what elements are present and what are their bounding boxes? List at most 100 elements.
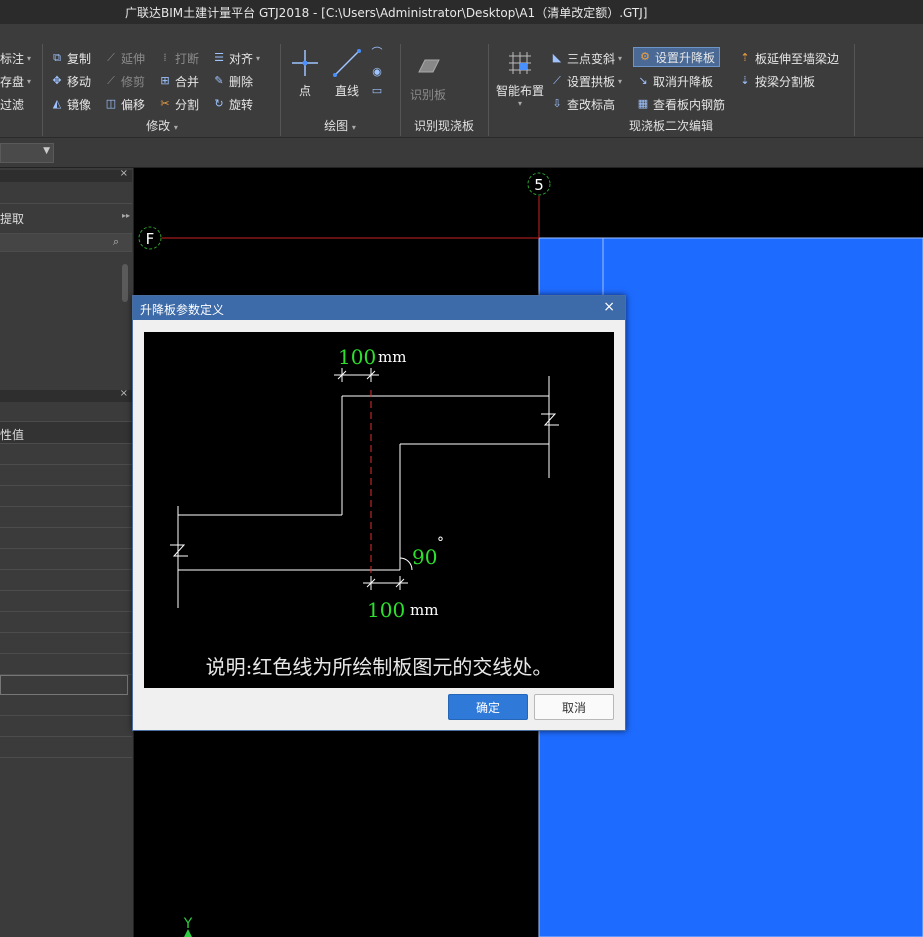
set-raised-slab-button[interactable]: ⚙ 设置升降板 [633, 47, 721, 67]
ribbon-separator [854, 44, 855, 136]
smart-layout-icon [509, 52, 531, 74]
break-icon: ⁞ [163, 51, 167, 64]
angle-value: 90 [412, 545, 437, 569]
modify-group-label[interactable]: 修改 ▾ [46, 117, 278, 134]
split-by-beam-button[interactable]: ⇣ 按梁分割板 [738, 71, 815, 91]
table-row[interactable] [0, 570, 132, 591]
gear-icon: ⚙ [640, 50, 650, 63]
rectangle-icon[interactable]: ▭ [370, 84, 384, 98]
scrollbar-thumb[interactable] [122, 264, 128, 302]
table-row[interactable] [0, 549, 132, 570]
close-icon[interactable]: × [120, 388, 128, 399]
diagram-note: 说明:红色线为所绘制板图元的交线处。 [206, 655, 553, 679]
ribbon-group-draw: 点 直线 ⌒ ◉ ▭ 绘图 ▾ [282, 42, 398, 138]
search-icon[interactable]: ⌕ [113, 235, 119, 249]
split-icon: ✂ [160, 97, 170, 110]
point-button[interactable]: 点 [288, 48, 322, 99]
table-row[interactable] [0, 737, 132, 758]
ribbon-separator [42, 44, 43, 136]
move-button[interactable]: ✥ 移动 [50, 71, 91, 91]
copy-button[interactable]: ⧉ 复制 [50, 48, 91, 68]
ribbon-group-partial: 标注 ▾ 存盘 ▾ 过滤 [0, 42, 40, 138]
align-icon: ☰ [214, 51, 224, 64]
delete-button[interactable]: ✎ 删除 [212, 71, 253, 91]
save-disk-button[interactable]: 存盘 ▾ [0, 71, 31, 91]
dialog-titlebar[interactable]: 升降板参数定义 × [133, 296, 625, 320]
extend-icon: ⟋ [107, 51, 115, 64]
cancel-raised-slab-button[interactable]: ↘ 取消升降板 [636, 71, 713, 91]
check-elevation-button[interactable]: ⇩ 查改标高 [550, 94, 615, 114]
chevron-down-icon: ▼ [43, 146, 50, 156]
merge-button[interactable]: ⊞ 合并 [158, 71, 199, 91]
slab-edit-group-label: 现浇板二次编辑 [628, 119, 713, 133]
annotate-button[interactable]: 标注 ▾ [0, 48, 31, 68]
offset-button[interactable]: ◫ 偏移 [104, 94, 145, 114]
merge-icon: ⊞ [160, 74, 170, 87]
mirror-icon: ◭ [52, 97, 62, 110]
ok-button[interactable]: 确定 [448, 694, 528, 720]
table-row[interactable] [0, 716, 132, 737]
close-icon[interactable]: × [120, 168, 128, 179]
title-bar: 广联达BIM土建计量平台 GTJ2018 - [C:\Users\Adminis… [0, 0, 923, 39]
table-row[interactable] [0, 654, 132, 675]
three-point-slope-button[interactable]: ◣ 三点变斜 ▾ [550, 48, 622, 68]
draw-group-label[interactable]: 绘图 ▾ [282, 117, 398, 134]
arch-icon: ⟋ [553, 74, 561, 87]
extract-row[interactable]: 提取 ▸▸ [0, 204, 132, 234]
search-row[interactable]: ⌕ [0, 234, 132, 252]
trim-icon: ⟋ [107, 74, 115, 87]
ribbon-separator [280, 44, 281, 136]
point-icon [292, 50, 318, 76]
panel-row [0, 182, 132, 204]
extend-button[interactable]: ⟋ 延伸 [104, 48, 145, 68]
table-row[interactable] [0, 444, 132, 465]
circle-icon[interactable]: ◉ [370, 65, 384, 79]
table-row[interactable] [0, 486, 132, 507]
table-row[interactable] [0, 528, 132, 549]
cancel-button[interactable]: 取消 [534, 694, 614, 720]
break-button[interactable]: ⁞ 打断 [158, 48, 199, 68]
ribbon-separator [488, 44, 489, 136]
arc-icon[interactable]: ⌒ [370, 46, 384, 60]
close-icon[interactable]: × [603, 299, 615, 315]
elevation-icon: ⇩ [552, 97, 562, 110]
expand-icon[interactable]: ▸▸ [122, 211, 130, 220]
copy-icon: ⧉ [53, 51, 61, 64]
table-row-selected[interactable] [0, 675, 128, 695]
ribbon-toolbar: 标注 ▾ 存盘 ▾ 过滤 ⧉ 复制 ⟋ 延伸 ⁞ 打断 ☰ 对齐 ▾ ✥ 移动 ⟋ 修剪 ⊞ 合并 … [0, 24, 923, 138]
axis-label-f: F [146, 230, 155, 248]
slab-section-diagram: 100 mm 100 mm 90 ° 说明:红色线为所绘制板图元的交线处。 [170, 345, 559, 679]
parameter-diagram: 100 mm 100 mm 90 ° 说明:红色线为所绘制板图元的交线处。 [144, 332, 614, 688]
smart-layout-button[interactable]: 智能布置 ▾ [492, 48, 548, 108]
move-icon: ✥ [52, 74, 62, 87]
view-slab-rebar-button[interactable]: ▦ 查看板内钢筋 [636, 94, 725, 114]
extend-slab-button[interactable]: ⇡ 板延伸至墙梁边 [738, 48, 839, 68]
property-value-header: 性值 [0, 428, 25, 442]
recognize-slab-button[interactable]: 识别板 [408, 52, 448, 103]
table-row[interactable] [0, 465, 132, 486]
floor-combo[interactable]: ▼ [0, 143, 54, 163]
table-row[interactable] [0, 591, 132, 612]
raised-slab-parameter-dialog: 升降板参数定义 × 100 mm 100 mm 90 ° 说明:红色线为所绘制板… [132, 295, 626, 731]
axis-label-5: 5 [534, 176, 544, 194]
set-arch-slab-button[interactable]: ⟋ 设置拱板 ▾ [550, 71, 622, 91]
ribbon-separator [400, 44, 401, 136]
table-row[interactable] [0, 612, 132, 633]
mirror-button[interactable]: ◭ 镜像 [50, 94, 91, 114]
panel-header: × [0, 388, 132, 402]
line-button[interactable]: 直线 [330, 48, 364, 99]
cancel-raise-icon: ↘ [638, 74, 648, 87]
recognize-group-label: 识别现浇板 [413, 119, 474, 133]
property-table-header: 性值 [0, 422, 132, 444]
line-icon [333, 49, 361, 77]
filter-button[interactable]: 过滤 [0, 94, 24, 114]
table-row[interactable] [0, 695, 132, 716]
split-button[interactable]: ✂ 分割 [158, 94, 199, 114]
rotate-button[interactable]: ↻ 旋转 [212, 94, 253, 114]
panel-row [0, 402, 132, 422]
table-row[interactable] [0, 633, 132, 654]
angle-unit: ° [437, 535, 444, 551]
align-button[interactable]: ☰ 对齐 ▾ [212, 48, 260, 68]
trim-button[interactable]: ⟋ 修剪 [104, 71, 145, 91]
table-row[interactable] [0, 507, 132, 528]
